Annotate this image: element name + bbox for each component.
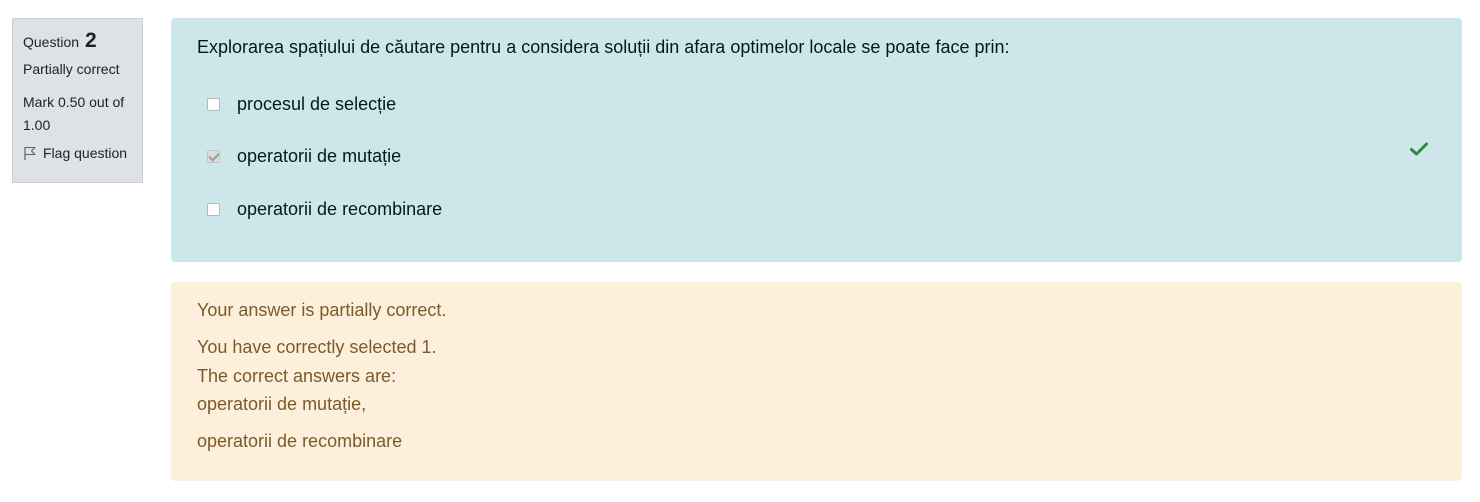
selected-count-feedback: You have correctly selected 1. bbox=[197, 337, 437, 357]
question-label: Question bbox=[23, 34, 80, 50]
answer-label: operatorii de recombinare bbox=[237, 199, 443, 219]
question-number-row: Question 2 bbox=[23, 29, 132, 55]
flag-icon bbox=[23, 146, 37, 161]
answer-checkbox[interactable] bbox=[207, 203, 220, 216]
answer-option[interactable]: procesul de selecție bbox=[207, 94, 396, 115]
flag-question-label: Flag question bbox=[43, 145, 128, 161]
correct-answer-item: operatorii de recombinare bbox=[197, 431, 403, 451]
answer-option[interactable]: operatorii de recombinare bbox=[207, 199, 442, 220]
question-info-panel: Question 2 Partially correct Mark 0.50 o… bbox=[12, 18, 143, 183]
question-number: 2 bbox=[84, 29, 97, 52]
general-feedback: Your answer is partially correct. bbox=[197, 300, 447, 320]
answer-option[interactable]: operatorii de mutație bbox=[207, 146, 401, 167]
correct-answer-item: operatorii de mutație, bbox=[197, 394, 367, 414]
question-grade: Mark 0.50 out of 1.00 bbox=[23, 94, 125, 133]
feedback-panel: Your answer is partially correct. You ha… bbox=[171, 282, 1462, 481]
answer-label: operatorii de mutație bbox=[237, 146, 402, 166]
answer-checkbox[interactable] bbox=[207, 98, 220, 111]
checkmark-icon bbox=[1410, 142, 1428, 161]
correct-answers-intro: The correct answers are: bbox=[197, 366, 397, 386]
question-text: Explorarea spațiului de căutare pentru a… bbox=[197, 37, 1010, 57]
answer-label: procesul de selecție bbox=[237, 94, 397, 114]
question-formulation: Explorarea spațiului de căutare pentru a… bbox=[171, 18, 1462, 262]
question-state: Partially correct bbox=[23, 61, 120, 77]
answer-checkbox[interactable] bbox=[207, 150, 220, 163]
flag-question-link[interactable]: Flag question bbox=[23, 145, 132, 161]
